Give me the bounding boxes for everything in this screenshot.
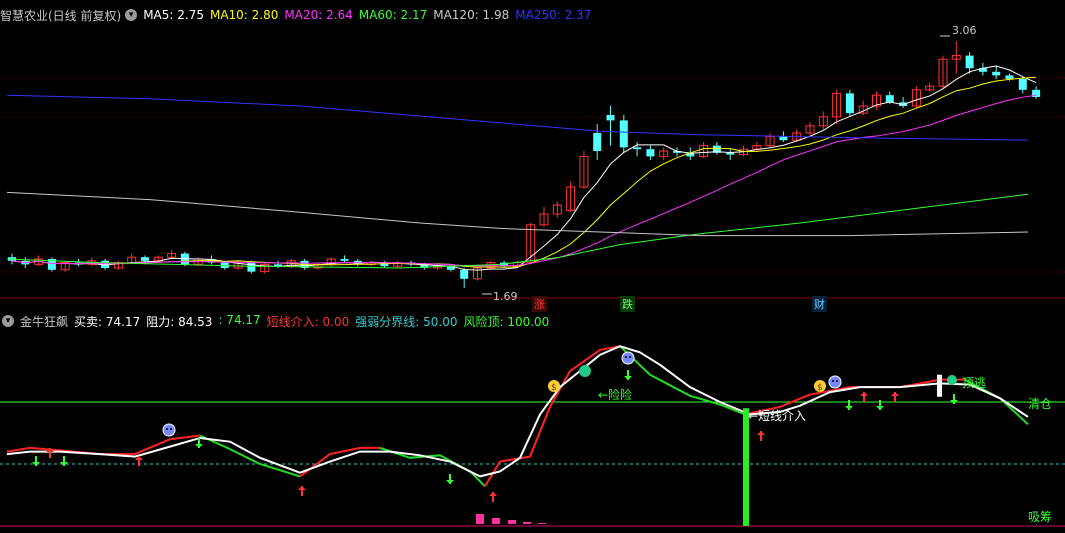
candle-body: [992, 71, 1001, 76]
worried-face-icon: [621, 351, 635, 365]
event-marker[interactable]: 涨: [532, 296, 547, 312]
indicator-legend-item: 短线介入: 0.00: [266, 314, 350, 329]
indicator-title: 金牛狂飙: [20, 314, 69, 329]
ma250-line: [6, 94, 1029, 141]
ma10-line: [11, 76, 1037, 268]
indicator-legend-item: 买卖: 74.17: [74, 314, 141, 329]
buy-arrow-icon: [891, 392, 899, 396]
worried-face-icon: [162, 423, 176, 437]
candle-body: [141, 257, 149, 261]
candlestick-chart[interactable]: [0, 10, 1065, 310]
entry-annotation: ←短线介入: [748, 409, 807, 423]
indicator-white-line: [6, 345, 1029, 478]
absorb-bar: [508, 520, 516, 524]
candle-body: [460, 269, 469, 279]
down-circle-icon: [579, 365, 591, 377]
candle-body: [1005, 75, 1014, 79]
indicator-red-line: [484, 345, 621, 487]
worried-face-icon: [166, 428, 168, 430]
absorb-label: 吸筹: [1028, 510, 1053, 524]
indicator-legend-item: 强弱分界线: 50.00: [355, 314, 458, 329]
candle-body: [340, 259, 349, 261]
low-price-label: 1.69: [493, 290, 518, 303]
indicator-legend-item: 风险顶: 100.00: [463, 314, 550, 329]
top-escape-annotation: 顶逃: [962, 376, 987, 390]
ma5-line: [11, 65, 1037, 271]
money-bag-icon: $: [817, 383, 823, 393]
worried-face-icon: [836, 380, 838, 382]
sell-arrow-icon: [845, 406, 853, 410]
sell-arrow-icon: [624, 376, 632, 380]
event-marker[interactable]: 跌: [620, 296, 635, 312]
indicator-legend-item: : 74.17: [218, 312, 261, 327]
chevron-down-icon[interactable]: ▾: [2, 315, 14, 327]
candle-body: [247, 262, 256, 272]
ma20-line: [11, 94, 1037, 267]
buy-arrow-icon: [757, 431, 765, 435]
candle-body: [779, 136, 788, 141]
top-escape-icon: [947, 375, 957, 385]
indicator-chart[interactable]: $ $: [0, 328, 1065, 533]
worried-face-icon: [170, 428, 172, 430]
candle-body: [619, 120, 628, 148]
worried-face-icon: [828, 375, 842, 389]
indicator-green-line: [199, 434, 301, 478]
buy-arrow-icon: [860, 392, 868, 396]
buy-arrow-icon: [489, 492, 497, 496]
absorb-bar: [492, 518, 500, 524]
event-markers: 涨跌财: [0, 296, 1065, 312]
top-escape-bar: [937, 374, 942, 397]
absorb-bar: [476, 514, 484, 524]
candle-body: [965, 55, 974, 69]
high-price-label: 3.06: [952, 24, 977, 37]
absorb-bar: [523, 522, 531, 524]
event-marker[interactable]: 财: [812, 296, 827, 312]
candle-body: [593, 133, 602, 151]
money-bag-icon: $: [551, 383, 557, 393]
candle-body: [885, 95, 894, 103]
candle-body: [646, 149, 655, 157]
buy-arrow-icon: [298, 486, 306, 490]
candle-body: [726, 152, 735, 155]
sell-arrow-icon: [876, 406, 884, 410]
worried-face-icon: [832, 380, 834, 382]
worried-face-icon: [625, 356, 627, 358]
sell-arrow-icon: [195, 444, 203, 448]
worried-face-icon: [629, 356, 631, 358]
candle-body: [845, 93, 854, 114]
clear-position-label: 清仓: [1028, 397, 1053, 411]
indicator-legend: 买卖: 74.17 阻力: 84.53 : 74.17 短线介入: 0.00 强弱分界线…: [74, 313, 555, 330]
candle-body: [1018, 79, 1027, 90]
candle-body: [633, 147, 642, 150]
candle-body: [606, 115, 615, 121]
entry-bar: [743, 408, 749, 526]
risk-annotation: ←险险: [598, 388, 633, 402]
sell-arrow-icon: [446, 480, 454, 484]
absorb-bar: [538, 523, 546, 524]
indicator-legend-item: 阻力: 84.53: [146, 314, 213, 329]
indicator-green-line: [379, 446, 486, 488]
